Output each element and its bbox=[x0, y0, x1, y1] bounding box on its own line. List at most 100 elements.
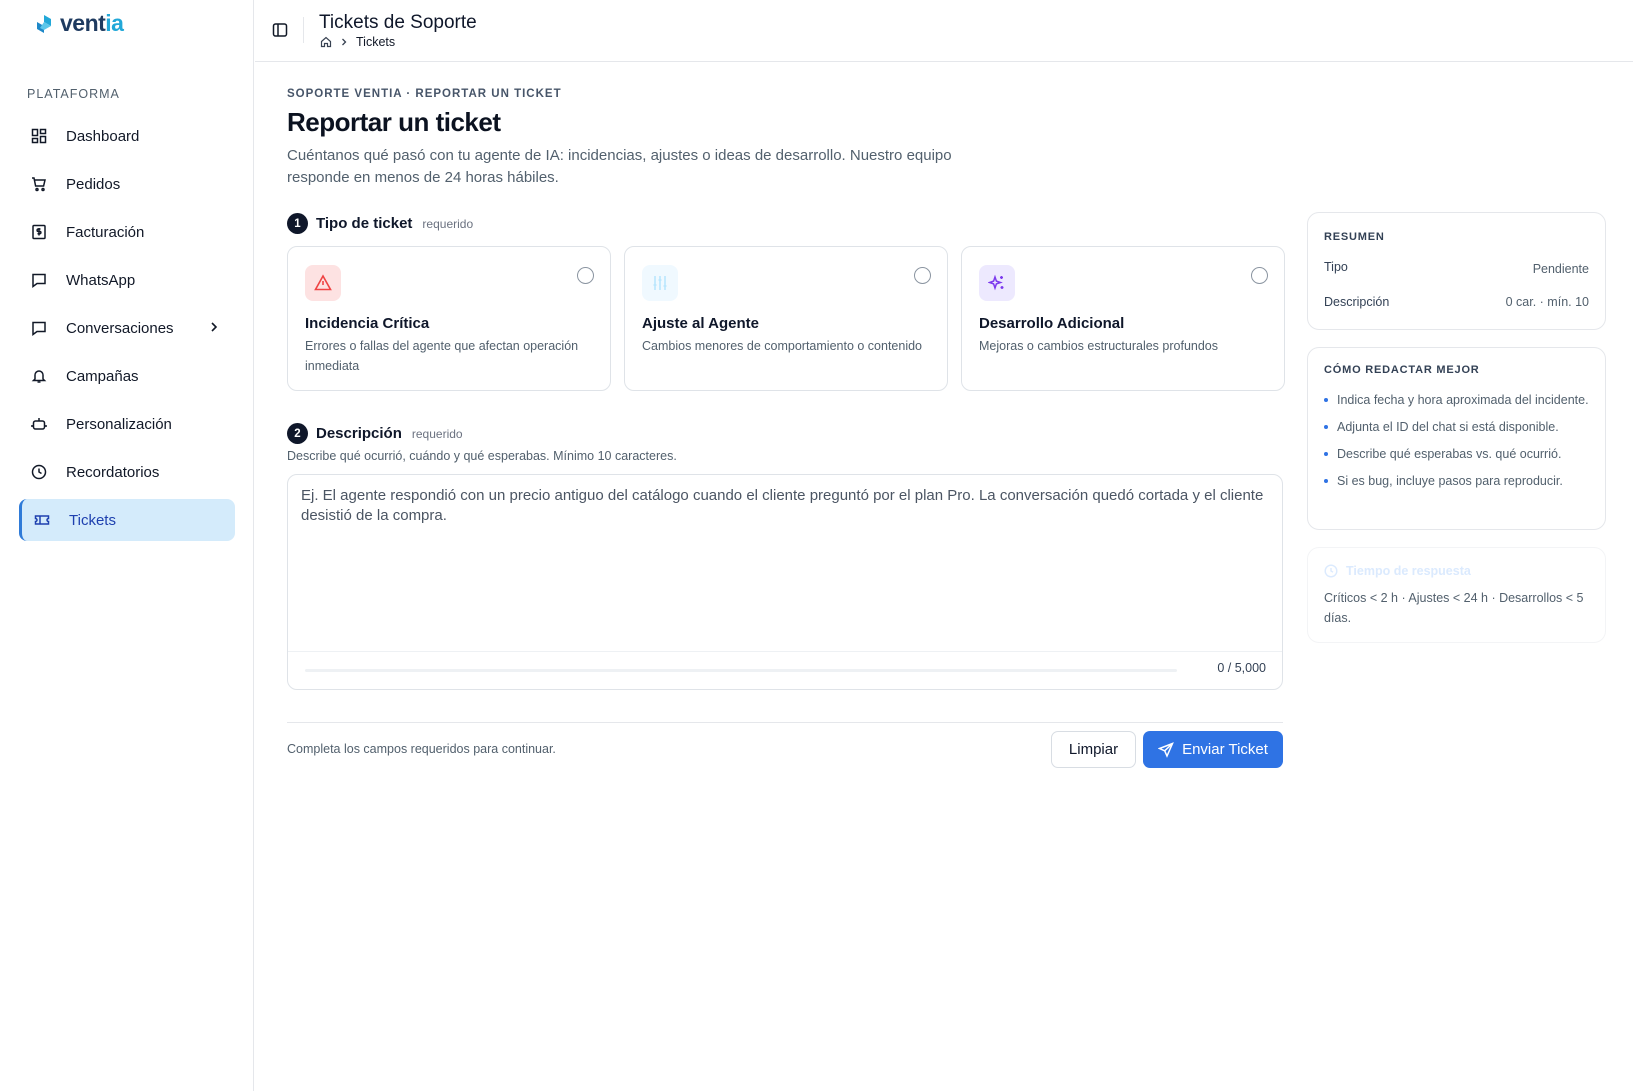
ticket-type-incidencia-critica[interactable]: Incidencia Crítica Errores o fallas del … bbox=[287, 246, 611, 391]
header-divider bbox=[303, 17, 304, 43]
description-help: Describe qué ocurrió, cuándo y qué esper… bbox=[287, 449, 677, 463]
summary-value: 0 car. · mín. 10 bbox=[1505, 295, 1589, 309]
sidebar-item-facturacion[interactable]: Facturación bbox=[19, 211, 235, 253]
clear-button[interactable]: Limpiar bbox=[1051, 731, 1136, 768]
sidebar-item-label: Recordatorios bbox=[66, 463, 160, 481]
sidebar-item-dashboard[interactable]: Dashboard bbox=[19, 115, 235, 157]
tips-panel: CÓMO REDACTAR MEJOR Indica fecha y hora … bbox=[1307, 347, 1606, 530]
step-number: 1 bbox=[287, 213, 308, 234]
sidebar-item-whatsapp[interactable]: WhatsApp bbox=[19, 259, 235, 301]
chevron-right-icon bbox=[342, 38, 347, 46]
ventia-logo-icon bbox=[37, 14, 51, 33]
type-icon-wrap bbox=[642, 265, 678, 301]
invoice-icon bbox=[32, 224, 46, 240]
character-counter: 0 / 5,000 bbox=[1217, 661, 1266, 675]
sidebar-nav: Dashboard Pedidos Facturación WhatsApp C… bbox=[19, 115, 235, 547]
step-description: 2 Descripción requerido bbox=[287, 423, 463, 444]
clock-icon bbox=[31, 464, 47, 480]
sidebar-item-label: Pedidos bbox=[66, 175, 121, 193]
type-description: Mejoras o cambios estructurales profundo… bbox=[979, 339, 1219, 353]
breadcrumb: Tickets bbox=[320, 35, 395, 49]
type-icon-wrap bbox=[305, 265, 341, 301]
sidebar-item-label: Facturación bbox=[66, 223, 145, 241]
form-title: Reportar un ticket bbox=[287, 107, 501, 137]
sidebar-item-campanas[interactable]: Campañas bbox=[19, 355, 235, 397]
type-description: Errores o fallas del agente que afectan … bbox=[305, 339, 579, 373]
step-ticket-type: 1 Tipo de ticket requerido bbox=[287, 213, 473, 234]
required-tag: requerido bbox=[422, 216, 474, 231]
send-ticket-label: Enviar Ticket bbox=[1182, 741, 1268, 758]
step-title: Descripción bbox=[316, 425, 402, 442]
sidebar: ventia PLATAFORMA Dashboard Pedidos Fact… bbox=[0, 0, 254, 1091]
robot-icon bbox=[31, 418, 47, 430]
sidebar-item-recordatorios[interactable]: Recordatorios bbox=[19, 451, 235, 493]
description-footer: 0 / 5,000 bbox=[288, 651, 1282, 689]
summary-panel: RESUMEN Tipo Pendiente Descripción 0 car… bbox=[1307, 212, 1606, 330]
type-icon-wrap bbox=[979, 265, 1015, 301]
description-textarea[interactable] bbox=[288, 475, 1282, 653]
top-header: Tickets de Soporte Tickets bbox=[255, 0, 1633, 62]
tip-item: Adjunta el ID del chat si está disponibl… bbox=[1324, 417, 1589, 437]
type-radio[interactable] bbox=[914, 267, 931, 284]
ticket-type-ajuste-agente[interactable]: Ajuste al Agente Cambios menores de comp… bbox=[624, 246, 948, 391]
step-title: Tipo de ticket bbox=[316, 215, 413, 232]
chat-icon bbox=[32, 321, 46, 336]
sidebar-item-conversaciones[interactable]: Conversaciones bbox=[19, 307, 235, 349]
bell-icon bbox=[31, 370, 47, 383]
type-radio[interactable] bbox=[1251, 267, 1268, 284]
type-radio[interactable] bbox=[577, 267, 594, 284]
summary-value: Pendiente bbox=[1532, 262, 1589, 276]
type-title: Desarrollo Adicional bbox=[979, 315, 1125, 332]
chat-icon bbox=[32, 273, 46, 288]
home-icon[interactable] bbox=[320, 36, 332, 48]
sidebar-item-label: Tickets bbox=[69, 511, 116, 529]
breadcrumb-current[interactable]: Tickets bbox=[356, 35, 395, 49]
tips-title: CÓMO REDACTAR MEJOR bbox=[1324, 364, 1480, 376]
response-time-title: Tiempo de respuesta bbox=[1346, 564, 1471, 578]
tip-item: Indica fecha y hora aproximada del incid… bbox=[1324, 390, 1589, 410]
sidebar-section-label: PLATAFORMA bbox=[27, 87, 120, 101]
response-time-header: Tiempo de respuesta bbox=[1324, 564, 1589, 578]
required-tag: requerido bbox=[411, 426, 463, 441]
dashboard-icon bbox=[31, 128, 47, 144]
sidebar-item-tickets[interactable]: Tickets bbox=[19, 499, 235, 541]
sidebar-item-label: Personalización bbox=[66, 415, 172, 433]
tip-item: Si es bug, incluye pasos para reproducir… bbox=[1324, 471, 1589, 491]
character-progress-bar bbox=[305, 669, 1177, 672]
type-title: Incidencia Crítica bbox=[305, 315, 430, 332]
form-lead: Cuéntanos qué pasó con tu agente de IA: … bbox=[287, 147, 952, 186]
summary-row-description: Descripción 0 car. · mín. 10 bbox=[1324, 295, 1589, 309]
summary-label: Descripción bbox=[1324, 295, 1390, 309]
response-time-body: Críticos < 2 h · Ajustes < 24 h · Desarr… bbox=[1324, 591, 1584, 625]
sidebar-item-personalizacion[interactable]: Personalización bbox=[19, 403, 235, 445]
sliders-icon bbox=[653, 276, 667, 290]
tips-list: Indica fecha y hora aproximada del incid… bbox=[1324, 390, 1589, 491]
eyebrow: SOPORTE VENTIA · REPORTAR UN TICKET bbox=[287, 88, 562, 100]
type-description: Cambios menores de comportamiento o cont… bbox=[642, 339, 923, 353]
step-number: 2 bbox=[287, 423, 308, 444]
sidebar-toggle-icon[interactable] bbox=[272, 22, 288, 38]
tip-item: Describe qué esperabas vs. qué ocurrió. bbox=[1324, 444, 1589, 464]
summary-label: Tipo bbox=[1324, 260, 1348, 274]
alert-triangle-icon bbox=[314, 274, 332, 291]
form-hint: Completa los campos requeridos para cont… bbox=[287, 742, 556, 756]
description-box: 0 / 5,000 bbox=[287, 474, 1283, 690]
chevron-right-icon[interactable] bbox=[207, 320, 221, 334]
logo-text: ventia bbox=[60, 10, 124, 36]
page-title: Tickets de Soporte bbox=[319, 12, 477, 33]
clock-icon bbox=[1324, 564, 1338, 578]
form-divider bbox=[287, 722, 1283, 723]
summary-title: RESUMEN bbox=[1324, 231, 1385, 243]
sidebar-item-pedidos[interactable]: Pedidos bbox=[19, 163, 235, 205]
sidebar-item-label: Campañas bbox=[66, 367, 139, 385]
summary-row-type: Tipo Pendiente bbox=[1324, 260, 1589, 276]
ticket-type-desarrollo-adicional[interactable]: Desarrollo Adicional Mejoras o cambios e… bbox=[961, 246, 1285, 391]
type-title: Ajuste al Agente bbox=[642, 315, 759, 332]
cart-icon bbox=[32, 177, 46, 192]
sidebar-item-label: WhatsApp bbox=[66, 271, 136, 289]
ticket-icon bbox=[34, 515, 50, 525]
send-ticket-button[interactable]: Enviar Ticket bbox=[1143, 731, 1283, 768]
response-time-panel: Tiempo de respuesta Críticos < 2 h · Aju… bbox=[1307, 547, 1606, 643]
ventia-logo[interactable]: ventia bbox=[34, 10, 124, 37]
ticket-type-options: Incidencia Crítica Errores o fallas del … bbox=[287, 246, 1285, 391]
